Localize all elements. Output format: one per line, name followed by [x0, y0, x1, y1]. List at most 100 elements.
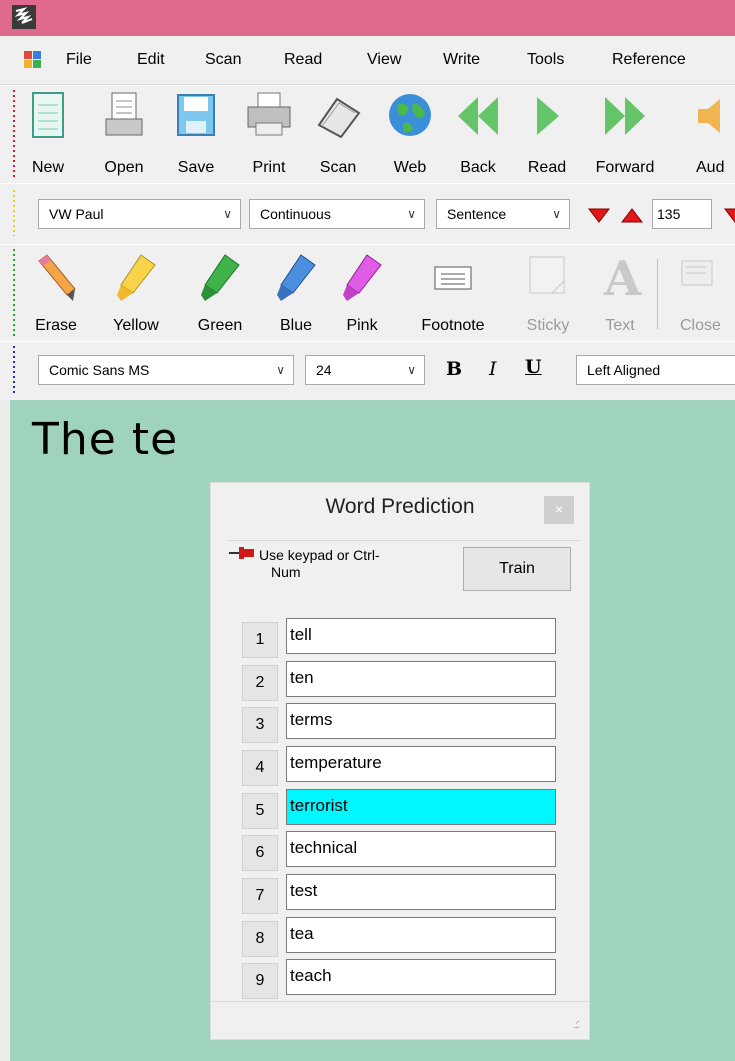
alignment-select[interactable]: Left Aligned	[576, 355, 735, 385]
prediction-row[interactable]: 7 test	[242, 874, 558, 914]
open-document-icon	[105, 92, 143, 136]
toolbar-grip[interactable]	[9, 190, 20, 236]
font-select[interactable]: Comic Sans MS ∨	[38, 355, 294, 385]
chevron-down-icon: ∨	[552, 207, 561, 221]
scanner-icon	[317, 97, 361, 139]
open-button[interactable]: Open	[100, 91, 148, 177]
status-bar: .:⁚	[211, 1001, 589, 1039]
prediction-word[interactable]: test	[286, 874, 556, 910]
forward-button[interactable]: Forward	[592, 91, 658, 177]
hint-text: Use keypad or Ctrl- Num	[259, 547, 380, 580]
text-note-button[interactable]: A Text	[592, 251, 648, 335]
menu-read[interactable]: Read	[284, 50, 322, 70]
speed-down-icon[interactable]	[588, 207, 610, 223]
speed-up-icon[interactable]	[621, 207, 643, 223]
font-size-select[interactable]: 24 ∨	[305, 355, 425, 385]
close-button[interactable]: ×	[544, 496, 574, 524]
prediction-number[interactable]: 5	[242, 793, 278, 829]
pink-highlighter-icon	[343, 254, 382, 301]
app-logo-icon[interactable]	[12, 5, 36, 29]
prediction-row-selected[interactable]: 5 terrorist	[242, 789, 558, 829]
title-bar	[0, 0, 735, 36]
menu-scan[interactable]: Scan	[205, 50, 241, 70]
italic-button[interactable]: I	[489, 358, 497, 380]
footnote-icon	[434, 266, 472, 290]
new-document-icon	[32, 92, 64, 138]
chevron-down-icon: ∨	[276, 363, 285, 377]
prediction-word[interactable]: tea	[286, 917, 556, 953]
svg-text:A: A	[603, 251, 642, 305]
prediction-word[interactable]: technical	[286, 831, 556, 867]
prediction-row[interactable]: 1 tell	[242, 618, 558, 658]
word-prediction-window: Word Prediction × Use keypad or Ctrl- Nu…	[210, 482, 590, 1040]
green-highlighter-icon	[201, 254, 240, 301]
prediction-row[interactable]: 6 technical	[242, 831, 558, 871]
prediction-number[interactable]: 3	[242, 707, 278, 743]
chevron-down-icon: ∨	[407, 207, 416, 221]
menu-edit[interactable]: Edit	[137, 50, 165, 70]
printer-icon	[247, 92, 291, 136]
audio-button[interactable]: Aud	[694, 91, 735, 177]
prediction-row[interactable]: 2 ten	[242, 661, 558, 701]
window-menu-icon[interactable]	[24, 51, 42, 69]
save-button[interactable]: Save	[172, 91, 220, 177]
menu-reference[interactable]: Reference	[612, 50, 686, 70]
prediction-row[interactable]: 8 tea	[242, 917, 558, 957]
prediction-number[interactable]: 9	[242, 963, 278, 999]
close-note-button[interactable]: Close	[676, 251, 735, 335]
main-toolbar: New Open Save Print Scan Web Back Read F…	[0, 85, 735, 184]
yellow-highlighter-button[interactable]: Yellow	[104, 251, 168, 335]
prediction-number[interactable]: 7	[242, 878, 278, 914]
format-toolbar: Comic Sans MS ∨ 24 ∨ B I U Left Aligned	[0, 341, 735, 401]
menu-write[interactable]: Write	[443, 50, 480, 70]
prediction-row[interactable]: 3 terms	[242, 703, 558, 743]
prediction-number[interactable]: 2	[242, 665, 278, 701]
prediction-number[interactable]: 4	[242, 750, 278, 786]
word-prediction-panel: Use keypad or Ctrl- Num Train 1 tell 2 t…	[229, 540, 579, 1011]
voice-select[interactable]: VW Paul ∨	[38, 199, 241, 229]
blue-highlighter-button[interactable]: Blue	[266, 251, 326, 335]
green-highlighter-button[interactable]: Green	[188, 251, 252, 335]
prediction-word[interactable]: temperature	[286, 746, 556, 782]
resize-grip-icon[interactable]: .:⁚	[573, 1020, 580, 1031]
speed-field[interactable]: 135	[652, 199, 712, 229]
train-button[interactable]: Train	[463, 547, 571, 591]
print-button[interactable]: Print	[242, 91, 296, 177]
prediction-row[interactable]: 9 teach	[242, 959, 558, 999]
erase-button[interactable]: Erase	[30, 251, 82, 335]
scan-button[interactable]: Scan	[312, 91, 364, 177]
read-button[interactable]: Read	[522, 91, 572, 177]
prediction-word[interactable]: tell	[286, 618, 556, 654]
menu-tools[interactable]: Tools	[527, 50, 564, 70]
menu-file[interactable]: File	[66, 50, 92, 70]
speed-down-icon[interactable]	[724, 207, 735, 223]
chevron-down-icon: ∨	[223, 207, 232, 221]
reading-mode-select[interactable]: Continuous ∨	[249, 199, 425, 229]
close-note-icon	[681, 260, 713, 286]
menu-view[interactable]: View	[367, 50, 401, 70]
footnote-button[interactable]: Footnote	[408, 251, 498, 335]
prediction-word[interactable]: terms	[286, 703, 556, 739]
sticky-note-icon	[529, 256, 565, 294]
underline-button[interactable]: U	[525, 356, 542, 378]
highlight-toolbar: Erase Yellow Green Blue Pink Footnote St…	[0, 244, 735, 342]
prediction-number[interactable]: 6	[242, 835, 278, 871]
prediction-row[interactable]: 4 temperature	[242, 746, 558, 786]
prediction-word[interactable]: ten	[286, 661, 556, 697]
sticky-note-button[interactable]: Sticky	[518, 251, 578, 335]
prediction-word[interactable]: teach	[286, 959, 556, 995]
web-button[interactable]: Web	[384, 91, 436, 177]
reading-toolbar: VW Paul ∨ Continuous ∨ Sentence ∨ 135	[0, 183, 735, 245]
reading-unit-select[interactable]: Sentence ∨	[436, 199, 570, 229]
toolbar-grip[interactable]	[9, 346, 20, 396]
document-text[interactable]: The te	[32, 414, 178, 465]
toolbar-grip[interactable]	[9, 90, 20, 178]
back-button[interactable]: Back	[452, 91, 504, 177]
bold-button[interactable]: B	[446, 358, 462, 380]
prediction-number[interactable]: 8	[242, 921, 278, 957]
prediction-word-selected[interactable]: terrorist	[286, 789, 556, 825]
new-button[interactable]: New	[28, 91, 68, 177]
toolbar-grip[interactable]	[9, 249, 20, 337]
prediction-number[interactable]: 1	[242, 622, 278, 658]
pink-highlighter-button[interactable]: Pink	[334, 251, 390, 335]
